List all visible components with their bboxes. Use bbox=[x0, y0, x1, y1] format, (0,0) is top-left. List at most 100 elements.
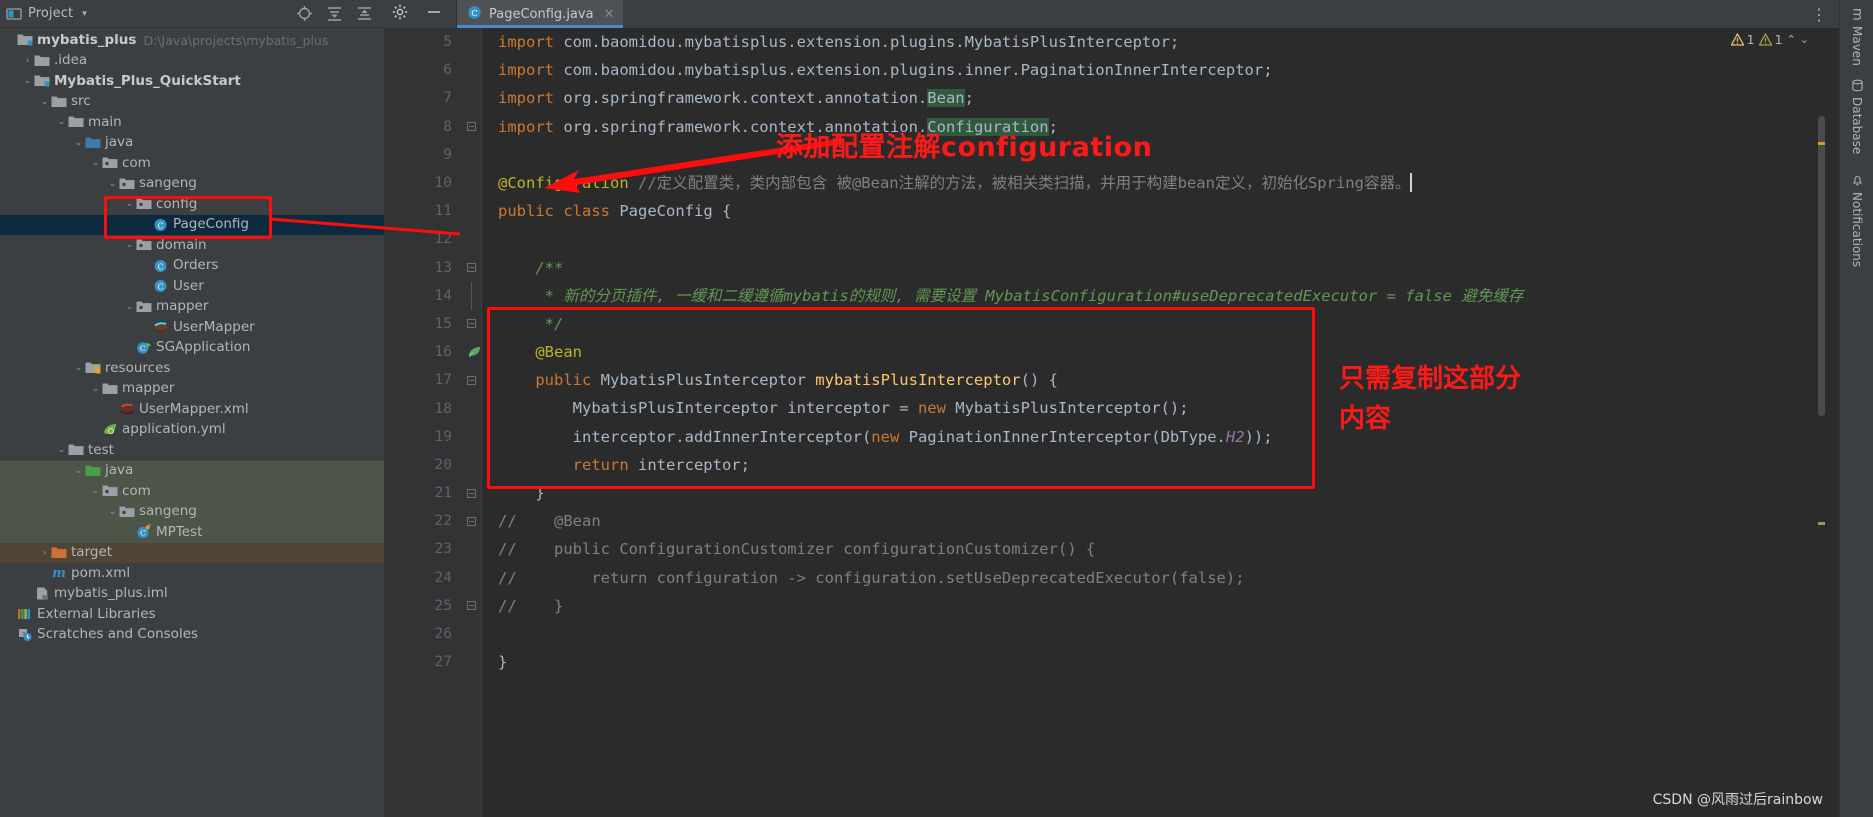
code-line[interactable]: import org.springframework.context.annot… bbox=[498, 113, 1839, 141]
code-line[interactable]: public MybatisPlusInterceptor mybatisPlu… bbox=[498, 366, 1839, 394]
chevron-down-icon[interactable]: ⌄ bbox=[123, 302, 136, 312]
code-line[interactable]: import com.baomidou.mybatisplus.extensio… bbox=[498, 28, 1839, 56]
chevron-down-icon[interactable]: ⌄ bbox=[123, 240, 136, 250]
code-content[interactable]: import com.baomidou.mybatisplus.extensio… bbox=[482, 28, 1839, 817]
stripe-mark-warning[interactable] bbox=[1818, 142, 1825, 145]
tree-node-user[interactable]: · C User bbox=[0, 276, 384, 297]
tree-node-usermapper-xml[interactable]: · UserMapper.xml bbox=[0, 399, 384, 420]
chevron-down-icon[interactable]: ⌄ bbox=[106, 507, 119, 517]
tree-node-mybatis-plus-quickstart[interactable]: ⌄ Mybatis_Plus_QuickStart bbox=[0, 71, 384, 92]
stripe-mark-weak[interactable] bbox=[1818, 522, 1825, 525]
code-line[interactable]: import com.baomidou.mybatisplus.extensio… bbox=[498, 56, 1839, 84]
code-line[interactable]: } bbox=[498, 479, 1839, 507]
tree-node-java[interactable]: ⌄ java bbox=[0, 133, 384, 154]
tree-node-idea[interactable]: › .idea bbox=[0, 51, 384, 72]
minimize-icon[interactable] bbox=[426, 4, 442, 24]
tree-node-target[interactable]: › target bbox=[0, 542, 384, 563]
code-line[interactable]: import org.springframework.context.annot… bbox=[498, 84, 1839, 112]
locate-icon[interactable] bbox=[296, 5, 313, 22]
weak-warning-count[interactable]: 1 bbox=[1758, 32, 1783, 47]
fold-toggle[interactable]: − bbox=[462, 254, 481, 282]
more-options-icon[interactable]: ⋮ bbox=[1811, 5, 1829, 24]
code-line[interactable] bbox=[498, 620, 1839, 648]
chevron-down-icon[interactable]: ▾ bbox=[82, 9, 87, 19]
inspection-widget[interactable]: 1 1 ⌃ ⌄ bbox=[1730, 32, 1809, 47]
code-line[interactable]: @Bean bbox=[498, 338, 1839, 366]
tree-node-pageconfig[interactable]: · C PageConfig bbox=[0, 214, 384, 235]
fold-toggle[interactable] bbox=[462, 281, 481, 310]
tree-node-mybatis-plus-iml[interactable]: · mybatis_plus.iml bbox=[0, 584, 384, 605]
code-line[interactable] bbox=[498, 225, 1839, 253]
tree-node-orders[interactable]: · C Orders bbox=[0, 256, 384, 277]
chevron-down-icon[interactable]: ⌄ bbox=[72, 363, 85, 373]
collapse-all-icon[interactable] bbox=[356, 5, 373, 22]
tree-node-test[interactable]: ⌄ test bbox=[0, 440, 384, 461]
chevron-down-icon[interactable]: ⌄ bbox=[89, 158, 102, 168]
chevron-down-icon[interactable]: ⌄ bbox=[72, 138, 85, 148]
tool-button-notifications[interactable]: Notifications bbox=[1840, 170, 1873, 267]
prev-problem-button[interactable]: ⌃ bbox=[1787, 33, 1796, 46]
tree-node-config[interactable]: ⌄ config bbox=[0, 194, 384, 215]
tree-node-main[interactable]: ⌄ main bbox=[0, 112, 384, 133]
chevron-down-icon[interactable]: ⌄ bbox=[89, 384, 102, 394]
editor-tab-pageconfig[interactable]: C PageConfig.java ✕ bbox=[457, 0, 624, 28]
tree-node-sangeng[interactable]: ⌄ sangeng bbox=[0, 174, 384, 195]
tree-node-sgapplication[interactable]: · C SGApplication bbox=[0, 338, 384, 359]
tree-node-domain[interactable]: ⌄ domain bbox=[0, 235, 384, 256]
tree-node-resources[interactable]: ⌄ resources bbox=[0, 358, 384, 379]
tool-button-database[interactable]: Database bbox=[1840, 75, 1873, 154]
tree-node-application-yml[interactable]: · application.yml bbox=[0, 420, 384, 441]
fold-toggle[interactable]: − bbox=[462, 366, 481, 394]
chevron-down-icon[interactable]: ⌄ bbox=[123, 199, 136, 209]
warning-count[interactable]: 1 bbox=[1730, 32, 1755, 47]
tree-node-pom-xml[interactable]: ·m pom.xml bbox=[0, 563, 384, 584]
settings-gear-icon[interactable] bbox=[392, 4, 408, 24]
code-line[interactable]: // return configuration -> configuration… bbox=[498, 564, 1839, 592]
chevron-down-icon[interactable]: ⌄ bbox=[38, 97, 51, 107]
tree-node-src[interactable]: ⌄ src bbox=[0, 92, 384, 113]
tree-node-mapper[interactable]: ⌄ mapper bbox=[0, 297, 384, 318]
tree-node-com[interactable]: ⌄ com bbox=[0, 153, 384, 174]
fold-toggle[interactable]: − bbox=[462, 310, 481, 338]
code-line[interactable]: // } bbox=[498, 592, 1839, 620]
code-editor[interactable]: 5 6 7 8 9 10 11 12 13 14 15 16 17 18 19 20 21 22 23 24 25 26 2… bbox=[384, 28, 1839, 817]
code-line[interactable] bbox=[498, 141, 1839, 169]
chevron-right-icon[interactable]: › bbox=[38, 548, 51, 558]
next-problem-button[interactable]: ⌄ bbox=[1800, 33, 1809, 46]
code-line[interactable]: public class PageConfig { bbox=[498, 197, 1839, 225]
chevron-right-icon[interactable]: › bbox=[21, 56, 34, 66]
fold-toggle[interactable]: − bbox=[462, 507, 481, 535]
chevron-down-icon[interactable]: ⌄ bbox=[21, 76, 34, 86]
tree-node-java[interactable]: ⌄ java bbox=[0, 460, 384, 481]
code-line[interactable]: interceptor.addInnerInterceptor(new Pagi… bbox=[498, 423, 1839, 451]
chevron-down-icon[interactable]: ⌄ bbox=[89, 486, 102, 496]
tree-node-external-libraries[interactable]: · External Libraries bbox=[0, 604, 384, 625]
tree-node-mptest[interactable]: · C MPTest bbox=[0, 522, 384, 543]
code-line[interactable]: * 新的分页插件, 一缓和二缓遵循mybatis的规则, 需要设置 Mybati… bbox=[498, 282, 1839, 310]
fold-toggle[interactable]: − bbox=[462, 592, 481, 620]
code-line[interactable]: */ bbox=[498, 310, 1839, 338]
code-line[interactable]: return interceptor; bbox=[498, 451, 1839, 479]
tree-node-com[interactable]: ⌄ com bbox=[0, 481, 384, 502]
expand-all-icon[interactable] bbox=[326, 5, 343, 22]
editor-scrollbar-thumb[interactable] bbox=[1818, 116, 1825, 416]
tree-node-scratches-and-consoles[interactable]: ·>_Scratches and Consoles bbox=[0, 625, 384, 646]
chevron-down-icon[interactable]: ⌄ bbox=[72, 466, 85, 476]
close-icon[interactable]: ✕ bbox=[604, 7, 615, 22]
code-line[interactable]: @Configuration //定义配置类，类内部包含 被@Bean注解的方法… bbox=[498, 169, 1839, 197]
bean-gutter-icon[interactable] bbox=[467, 344, 482, 363]
project-tree[interactable]: · mybatis_plus D:\Java\projects\mybatis_p… bbox=[0, 28, 384, 817]
code-line[interactable]: // public ConfigurationCustomizer config… bbox=[498, 535, 1839, 563]
chevron-down-icon[interactable]: ⌄ bbox=[106, 179, 119, 189]
chevron-down-icon[interactable]: ⌄ bbox=[55, 445, 68, 455]
code-folding-gutter[interactable]: − − − − − − − bbox=[462, 28, 482, 817]
tool-button-maven[interactable]: m Maven bbox=[1840, 4, 1873, 65]
code-line[interactable]: } bbox=[498, 648, 1839, 676]
code-line[interactable]: // @Bean bbox=[498, 507, 1839, 535]
tree-node-mapper[interactable]: ⌄ mapper bbox=[0, 379, 384, 400]
chevron-down-icon[interactable]: ⌄ bbox=[55, 117, 68, 127]
tree-node-sangeng[interactable]: ⌄ sangeng bbox=[0, 501, 384, 522]
tree-node-usermapper[interactable]: · UserMapper bbox=[0, 317, 384, 338]
fold-toggle[interactable]: − bbox=[462, 113, 481, 141]
fold-toggle[interactable]: − bbox=[462, 479, 481, 507]
